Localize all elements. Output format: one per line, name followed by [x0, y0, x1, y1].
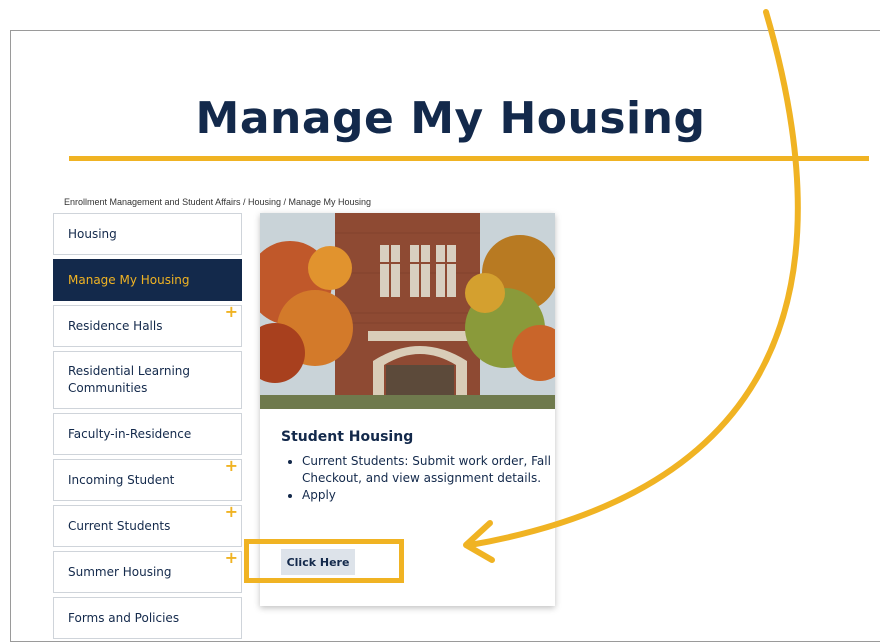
expand-plus-icon[interactable]: + [225, 503, 238, 520]
sidebar-item-faculty-in-residence[interactable]: Faculty-in-Residence [53, 413, 242, 455]
title-divider [69, 156, 869, 161]
expand-plus-icon[interactable]: + [225, 457, 238, 474]
breadcrumb-link-enrollment[interactable]: Enrollment Management and Student Affair… [64, 197, 240, 207]
sidebar-item-label: Residential Learning Communities [68, 364, 191, 395]
sidebar-item-label: Faculty-in-Residence [68, 426, 192, 441]
sidebar-item-label: Manage My Housing [68, 272, 190, 287]
sidebar-item-label: Summer Housing [68, 564, 172, 579]
sidebar-item-incoming-student[interactable]: Incoming Student + [53, 457, 242, 501]
expand-plus-icon[interactable]: + [225, 549, 238, 566]
sidebar-item-manage-my-housing[interactable]: Manage My Housing [53, 259, 242, 301]
sidebar-item-label: Housing [68, 226, 117, 241]
list-item: Current Students: Submit work order, Fal… [302, 453, 567, 487]
campus-building-photo [260, 213, 555, 409]
sidebar-item-label: Incoming Student [68, 472, 175, 487]
sidebar-item-label: Forms and Policies [68, 610, 180, 625]
list-item: Apply [302, 487, 567, 504]
sidebar-item-label: Residence Halls [68, 318, 163, 333]
sidebar-item-label: Current Students [68, 518, 171, 533]
sidebar-item-residential-learning-communities[interactable]: Residential Learning Communities [53, 351, 242, 409]
sidebar-item-summer-housing[interactable]: Summer Housing + [53, 549, 242, 593]
expand-plus-icon[interactable]: + [225, 303, 238, 320]
breadcrumb: Enrollment Management and Student Affair… [64, 197, 371, 207]
highlight-box [244, 539, 404, 583]
page-title: Manage My Housing [195, 93, 706, 144]
breadcrumb-current: Manage My Housing [288, 197, 372, 207]
sidebar-nav: Housing Manage My Housing Residence Hall… [53, 213, 242, 643]
breadcrumb-separator: / [281, 197, 289, 207]
card-heading: Student Housing [281, 429, 414, 445]
card-bullet-list: Current Students: Submit work order, Fal… [282, 453, 567, 504]
breadcrumb-link-housing[interactable]: Housing [248, 197, 281, 207]
sidebar-item-forms-and-policies[interactable]: Forms and Policies [53, 597, 242, 639]
sidebar-item-housing[interactable]: Housing [53, 213, 242, 255]
breadcrumb-separator: / [240, 197, 248, 207]
sidebar-item-current-students[interactable]: Current Students + [53, 503, 242, 547]
sidebar-item-residence-halls[interactable]: Residence Halls + [53, 303, 242, 347]
